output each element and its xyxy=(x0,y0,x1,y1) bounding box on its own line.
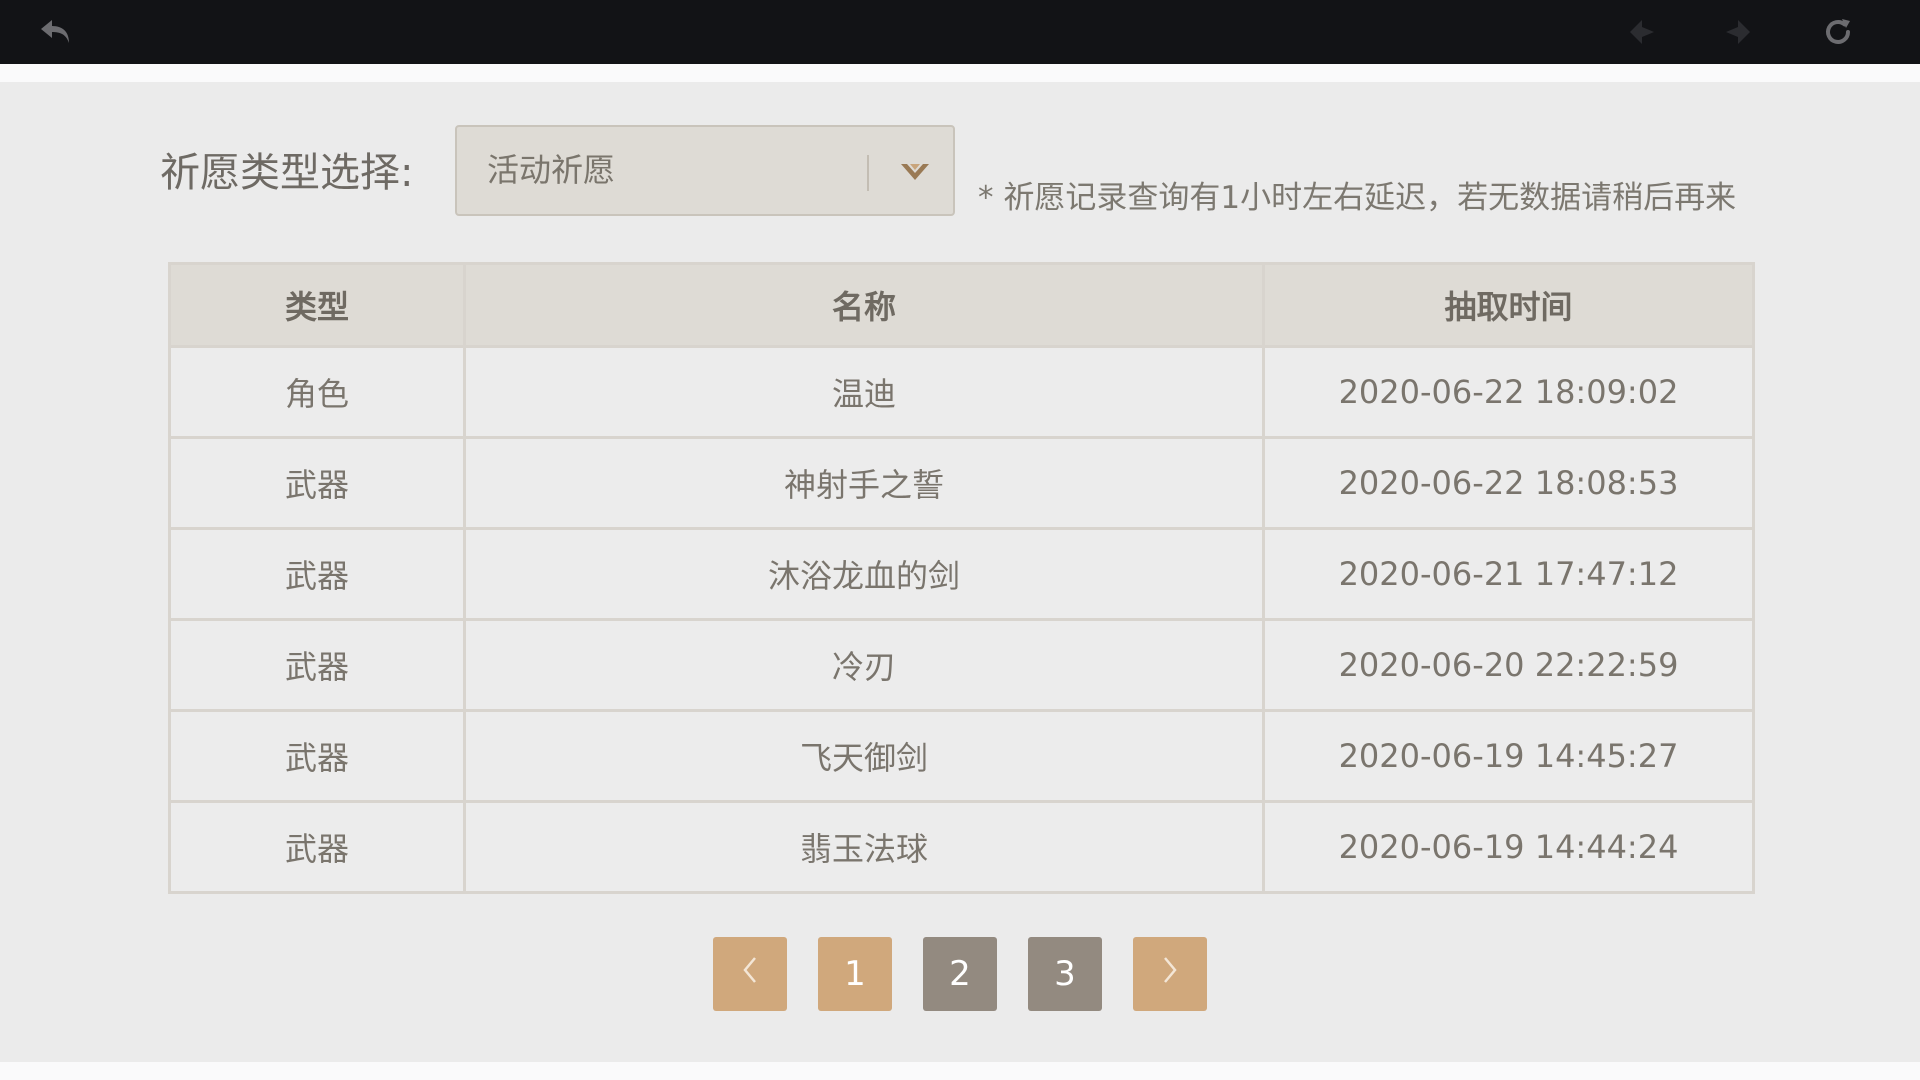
undo-arrow-icon xyxy=(38,16,74,48)
cell-type: 武器 xyxy=(168,618,466,712)
cell-name: 翡玉法球 xyxy=(463,800,1265,894)
toolbar-gap xyxy=(0,64,1920,82)
cell-name: 温迪 xyxy=(463,345,1265,439)
cell-name: 飞天御剑 xyxy=(463,709,1265,803)
cell-time: 2020-06-21 17:47:12 xyxy=(1262,527,1755,621)
wish-type-label: 祈愿类型选择: xyxy=(160,150,414,196)
refresh-icon xyxy=(1822,16,1854,48)
table-row: 武器 飞天御剑 2020-06-19 14:45:27 xyxy=(168,709,1755,803)
next-page-button[interactable] xyxy=(1133,937,1207,1011)
cell-time: 2020-06-19 14:44:24 xyxy=(1262,800,1755,894)
back-button[interactable] xyxy=(36,12,76,52)
cell-time: 2020-06-22 18:08:53 xyxy=(1262,436,1755,530)
table-row: 武器 冷刃 2020-06-20 22:22:59 xyxy=(168,618,1755,712)
chevron-down-icon xyxy=(895,155,935,191)
diamond-left-icon xyxy=(1627,17,1657,47)
cell-time: 2020-06-22 18:09:02 xyxy=(1262,345,1755,439)
table-header-row: 类型 名称 抽取时间 xyxy=(168,262,1755,348)
dropdown-divider xyxy=(867,155,869,191)
wish-type-dropdown[interactable]: 活动祈愿 xyxy=(455,125,955,216)
bottom-strip xyxy=(0,1062,1920,1080)
wish-record-table: 类型 名称 抽取时间 角色 温迪 2020-06-22 18:09:02 武器 … xyxy=(168,262,1755,894)
cell-type: 角色 xyxy=(168,345,466,439)
cell-name: 沐浴龙血的剑 xyxy=(463,527,1265,621)
record-table: 类型 名称 抽取时间 角色 温迪 2020-06-22 18:09:02 武器 … xyxy=(168,262,1755,894)
table-row: 角色 温迪 2020-06-22 18:09:02 xyxy=(168,345,1755,439)
cell-name: 神射手之誓 xyxy=(463,436,1265,530)
cell-time: 2020-06-20 22:22:59 xyxy=(1262,618,1755,712)
diamond-right-icon xyxy=(1723,17,1753,47)
cell-type: 武器 xyxy=(168,436,466,530)
cell-type: 武器 xyxy=(168,800,466,894)
header-time: 抽取时间 xyxy=(1262,262,1755,348)
history-forward-button[interactable] xyxy=(1718,12,1758,52)
page-button-2[interactable]: 2 xyxy=(923,937,997,1011)
header-type: 类型 xyxy=(168,262,466,348)
cell-type: 武器 xyxy=(168,527,466,621)
header-name: 名称 xyxy=(463,262,1265,348)
delay-notice: * 祈愿记录查询有1小时左右延迟，若无数据请稍后再来 xyxy=(978,180,1737,216)
prev-page-button[interactable] xyxy=(713,937,787,1011)
cell-time: 2020-06-19 14:45:27 xyxy=(1262,709,1755,803)
refresh-button[interactable] xyxy=(1818,12,1858,52)
cell-name: 冷刃 xyxy=(463,618,1265,712)
chevron-left-icon xyxy=(740,954,760,995)
table-row: 武器 神射手之誓 2020-06-22 18:08:53 xyxy=(168,436,1755,530)
table-row: 武器 沐浴龙血的剑 2020-06-21 17:47:12 xyxy=(168,527,1755,621)
cell-type: 武器 xyxy=(168,709,466,803)
dropdown-selected-value: 活动祈愿 xyxy=(487,151,616,189)
history-back-button[interactable] xyxy=(1622,12,1662,52)
page-button-1[interactable]: 1 xyxy=(818,937,892,1011)
browser-toolbar xyxy=(0,0,1920,64)
pagination: 1 2 3 xyxy=(713,937,1207,1011)
table-row: 武器 翡玉法球 2020-06-19 14:44:24 xyxy=(168,800,1755,894)
page-button-3[interactable]: 3 xyxy=(1028,937,1102,1011)
chevron-right-icon xyxy=(1160,954,1180,995)
